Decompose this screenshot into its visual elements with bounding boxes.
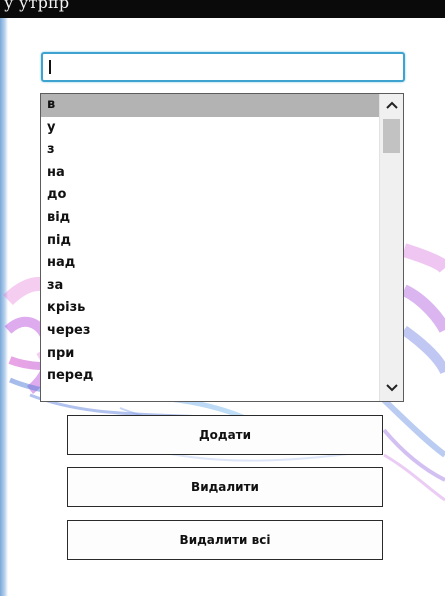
list-item[interactable]: в (41, 94, 379, 117)
list-item[interactable]: при (41, 343, 379, 366)
list-item[interactable]: через (41, 320, 379, 343)
list-item[interactable]: перед (41, 365, 379, 388)
word-list: в у з на до від під над за крізь через при перед (41, 94, 379, 388)
list-item[interactable]: з (41, 139, 379, 162)
list-scrollbar[interactable] (379, 94, 403, 401)
chevron-up-icon[interactable] (380, 95, 403, 115)
scroll-thumb[interactable] (383, 119, 400, 153)
list-item[interactable]: крізь (41, 297, 379, 320)
chevron-down-icon[interactable] (380, 378, 403, 398)
list-item[interactable]: до (41, 184, 379, 207)
list-item[interactable]: у (41, 117, 379, 140)
list-item[interactable]: під (41, 230, 379, 253)
remove-all-button[interactable]: Видалити всі (67, 520, 383, 560)
text-caret (49, 60, 51, 74)
remove-button[interactable]: Видалити (67, 467, 383, 507)
list-item[interactable]: за (41, 275, 379, 298)
word-listbox[interactable]: в у з на до від під над за крізь через при перед (40, 93, 404, 402)
list-item[interactable]: на (41, 162, 379, 185)
add-button[interactable]: Додати (67, 415, 383, 455)
list-item[interactable]: над (41, 252, 379, 275)
word-input[interactable] (41, 52, 405, 82)
list-item[interactable]: від (41, 207, 379, 230)
